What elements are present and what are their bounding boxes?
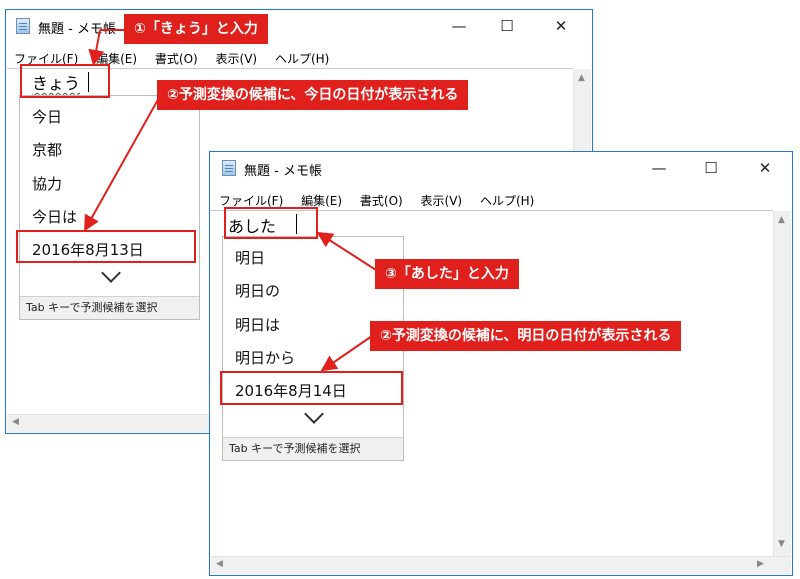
callout-step1: ①「きょう」と入力 — [124, 14, 268, 44]
callout-step3: ③「あした」と入力 — [375, 259, 519, 289]
callout-step2-tomorrow: ②予測変換の候補に、明日の日付が表示される — [370, 321, 682, 351]
callout-step2-today: ②予測変換の候補に、今日の日付が表示される — [157, 80, 469, 110]
